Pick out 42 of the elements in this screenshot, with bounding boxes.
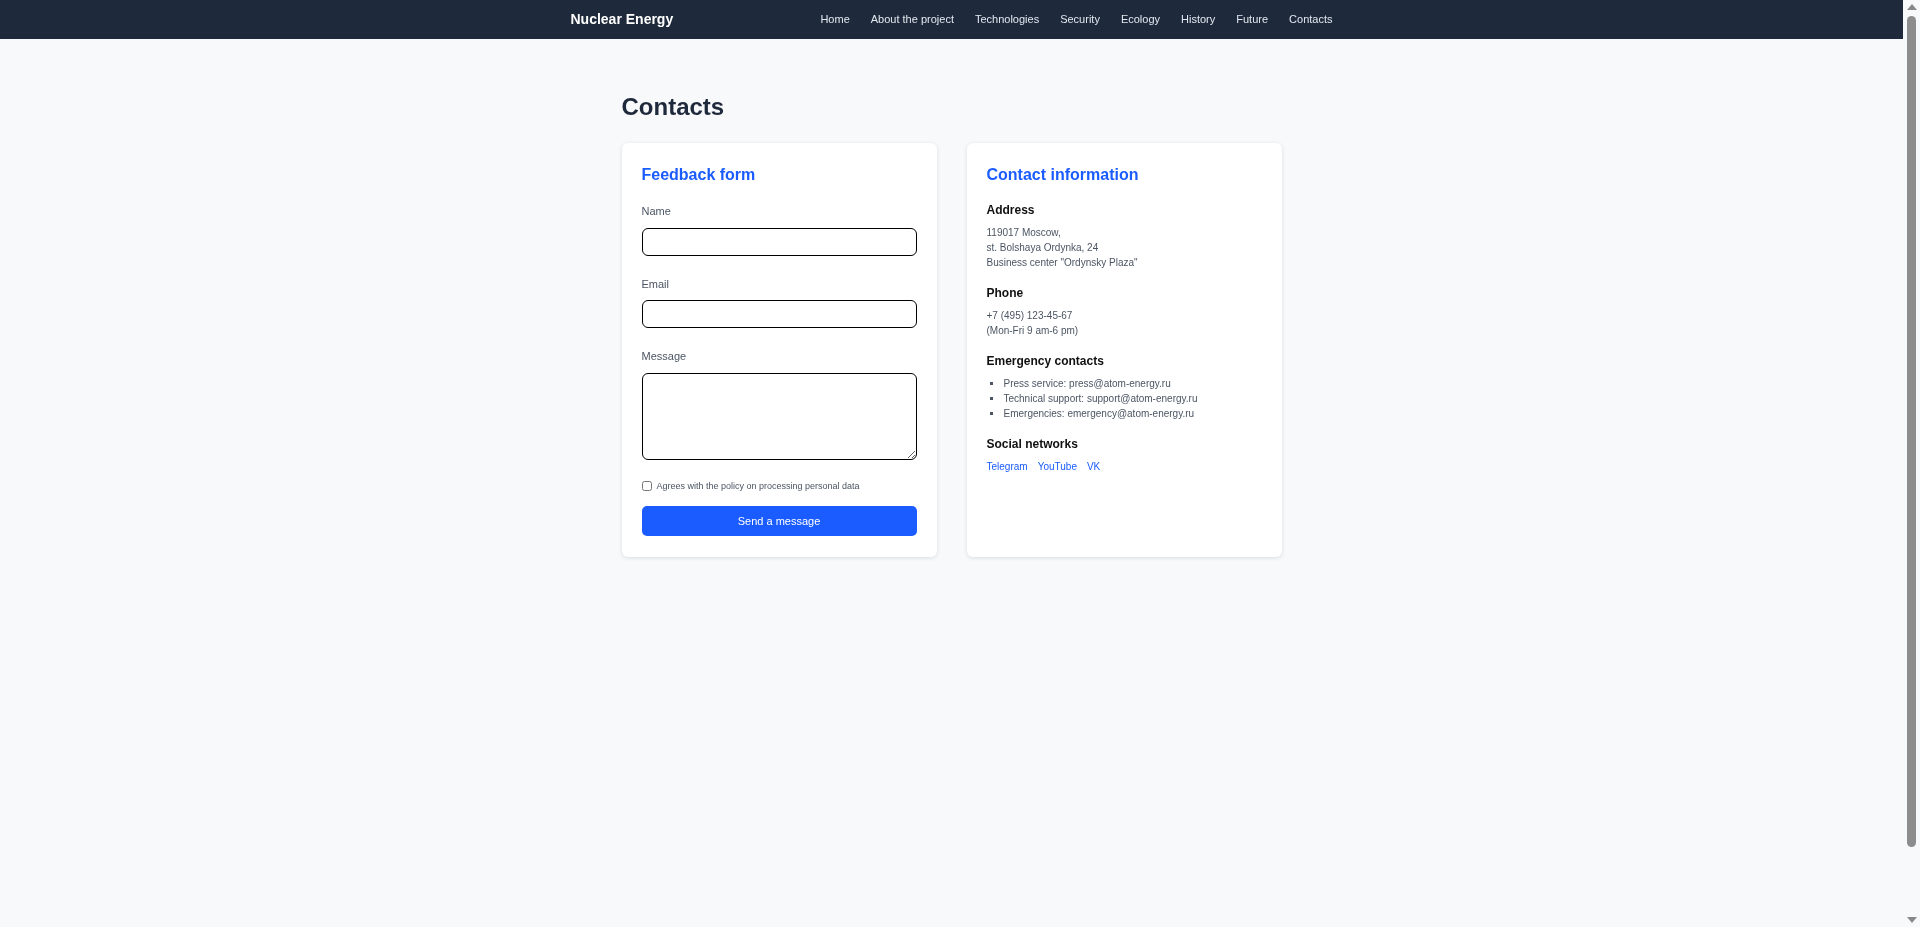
checkbox[interactable] [641,481,652,492]
input-field[interactable] [641,227,917,256]
bullet-icon [989,412,993,415]
list-item-text: Technical support: support@atom-energy.ru [1003,392,1198,406]
scrollbar-thumb[interactable] [1907,16,1916,847]
logo[interactable]: Nuclear Energy [570,9,674,30]
info-text: 119017 Moscow, [986,226,1062,240]
nav-link[interactable]: Ecology [1120,11,1161,28]
checkbox-label: Agrees with the policy on processing personal data [656,479,860,493]
nav-link[interactable]: Home [820,11,850,28]
nav-link[interactable]: Technologies [974,11,1040,28]
nav-link[interactable]: Future [1236,11,1269,28]
bullet-icon [989,382,993,385]
scroll-up-icon[interactable] [1906,4,1917,10]
nav-link[interactable]: Contacts [1289,11,1333,28]
bullet-icon [989,397,993,400]
info-text: +7 (495) 123-45-67 [986,309,1074,323]
scroll-down-icon[interactable] [1906,917,1917,923]
submit-button[interactable]: Send a message [641,506,917,536]
section-heading: Emergency contacts [986,353,1105,370]
field-label: Email [641,276,670,292]
section-heading: Social networks [986,436,1079,453]
field-label: Message [641,349,688,364]
card-title: Feedback form [641,165,757,185]
info-text: st. Bolshaya Ordynka, 24 [986,241,1100,255]
message-field[interactable] [641,372,917,460]
section-heading: Phone [986,285,1025,302]
section-heading: Address [986,202,1036,219]
nav-link[interactable]: About the project [870,11,954,28]
social-link[interactable]: VK [1086,459,1101,474]
info-text: Business center "Ordynsky Plaza" [986,256,1139,270]
list-item-text: Press service: press@atom-energy.ru [1003,377,1171,391]
social-link[interactable]: YouTube [1037,459,1077,474]
nav-link[interactable]: Security [1060,11,1100,28]
list-item-text: Emergencies: emergency@atom-energy.ru [1003,407,1195,421]
info-text: (Mon-Fri 9 am-6 pm) [986,324,1080,338]
input-field[interactable] [641,300,917,328]
card-title: Contact information [986,165,1140,185]
page-title: Contacts [621,92,726,122]
field-label: Name [641,204,672,219]
nav-link[interactable]: History [1181,11,1216,28]
social-link[interactable]: Telegram [986,459,1028,474]
